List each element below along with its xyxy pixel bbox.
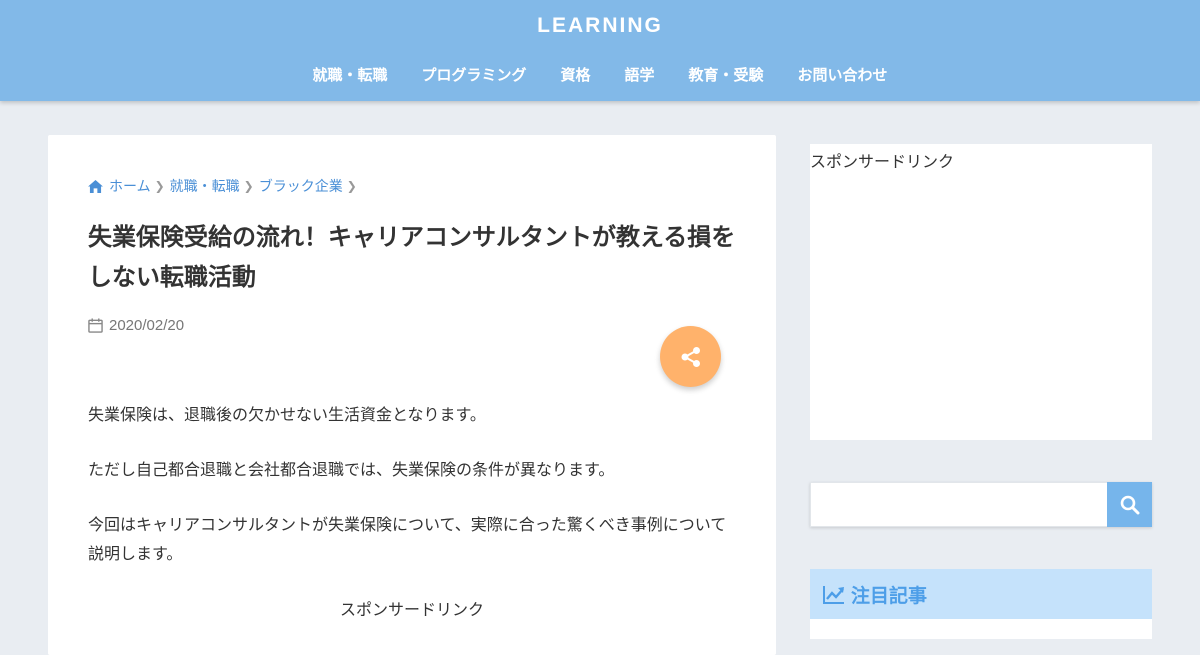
site-header: LEARNING 就職・転職 プログラミング 資格 語学 教育・受験 お問い合わ…	[0, 0, 1200, 101]
breadcrumb-home[interactable]: ホーム	[109, 176, 151, 196]
article-paragraph: 失業保険は、退職後の欠かせない生活資金となります。	[88, 405, 486, 424]
breadcrumb-category[interactable]: 就職・転職	[170, 176, 240, 196]
search-input[interactable]	[810, 482, 1107, 527]
search-icon	[1120, 495, 1139, 514]
nav-item-programming[interactable]: プログラミング	[421, 64, 526, 85]
chevron-right-icon: ❯	[243, 179, 254, 193]
share-icon	[681, 346, 700, 367]
post-date-text: 2020/02/20	[109, 317, 185, 334]
article-card: ホーム ❯ 就職・転職 ❯ ブラック企業 ❯ 失業保険受給の流れ！キャリアコンサ…	[48, 135, 776, 655]
widget-body	[810, 619, 1152, 639]
widget-title-text: 注目記事	[851, 584, 928, 607]
nav-item-contact[interactable]: お問い合わせ	[798, 64, 888, 85]
article-title: 失業保険受給の流れ！キャリアコンサルタントが教える損をしない転職活動	[88, 223, 736, 291]
sidebar-sponsored-label: スポンサードリンク	[810, 152, 955, 171]
article-paragraph: 今回はキャリアコンサルタントが失業保険について、実際に合った驚くべき事例について…	[88, 515, 727, 563]
share-button[interactable]	[660, 326, 721, 387]
calendar-icon	[88, 318, 103, 333]
global-nav: 就職・転職 プログラミング 資格 語学 教育・受験 お問い合わせ	[0, 64, 1200, 85]
nav-item-language[interactable]: 語学	[625, 64, 655, 85]
sidebar-ad-slot: スポンサードリンク	[810, 144, 1152, 440]
sidebar-search	[810, 482, 1152, 527]
article-paragraph: ただし自己都合退職と会社都合退職では、失業保険の条件が異なります。	[88, 460, 615, 479]
nav-item-qualification[interactable]: 資格	[560, 64, 590, 85]
home-icon	[88, 179, 103, 193]
widget-title-popular: 注目記事	[810, 569, 1152, 619]
nav-item-education[interactable]: 教育・受験	[689, 64, 764, 85]
sponsored-link-label: スポンサードリンク	[339, 600, 484, 619]
chevron-right-icon: ❯	[154, 179, 165, 193]
breadcrumb: ホーム ❯ 就職・転職 ❯ ブラック企業 ❯	[88, 176, 362, 196]
trending-up-icon	[823, 586, 844, 604]
search-button[interactable]	[1107, 482, 1152, 527]
post-date: 2020/02/20	[88, 317, 184, 334]
site-title[interactable]: LEARNING	[0, 14, 1200, 38]
chevron-right-icon: ❯	[346, 179, 357, 193]
breadcrumb-subcategory[interactable]: ブラック企業	[259, 176, 343, 196]
nav-item-job-change[interactable]: 就職・転職	[312, 64, 387, 85]
